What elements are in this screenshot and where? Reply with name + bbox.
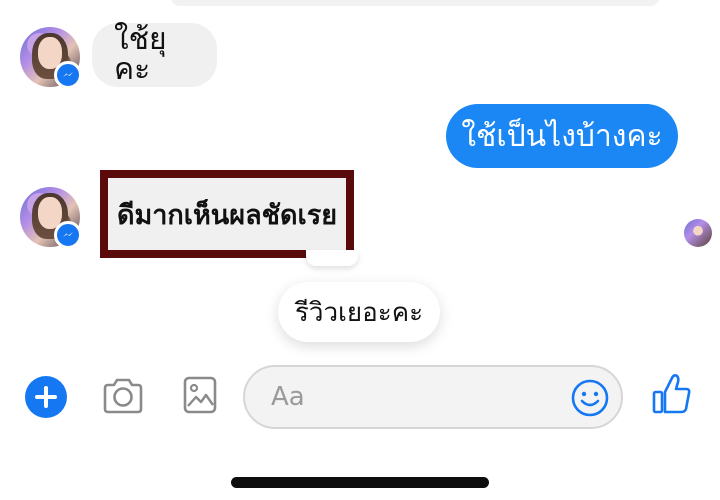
composer-bar [0,362,720,434]
smiley-icon[interactable] [571,379,609,421]
image-icon[interactable] [183,376,217,414]
thumbs-up-icon[interactable] [652,372,692,416]
messenger-badge-icon [54,61,82,89]
message-text: ใช้ยุคะ [114,22,167,87]
message-text: รีวิวเยอะคะ [294,297,424,328]
previous-message-bubble [170,0,660,6]
contact-avatar[interactable] [20,27,82,89]
highlighted-message-bubble[interactable]: ดีมากเห็นผลชัดเรย [100,170,354,258]
reaction-tag[interactable] [306,250,358,266]
message-text: ดีมากเห็นผลชัดเรย [116,199,338,231]
contact-avatar[interactable] [20,187,82,249]
incoming-message-bubble[interactable]: ใช้ยุคะ [92,23,217,87]
message-text: ใช้เป็นไงบ้างคะ [461,118,663,154]
message-input-field[interactable] [243,365,623,429]
message-input[interactable] [269,381,553,413]
plus-circle-icon[interactable] [25,376,67,418]
camera-icon[interactable] [101,376,145,416]
messenger-badge-icon [54,221,82,249]
home-indicator[interactable] [231,477,489,488]
outgoing-message-bubble[interactable]: ใช้เป็นไงบ้างคะ [446,104,678,168]
read-receipt-avatar [684,219,712,247]
floating-message-bubble[interactable]: รีวิวเยอะคะ [278,282,440,342]
